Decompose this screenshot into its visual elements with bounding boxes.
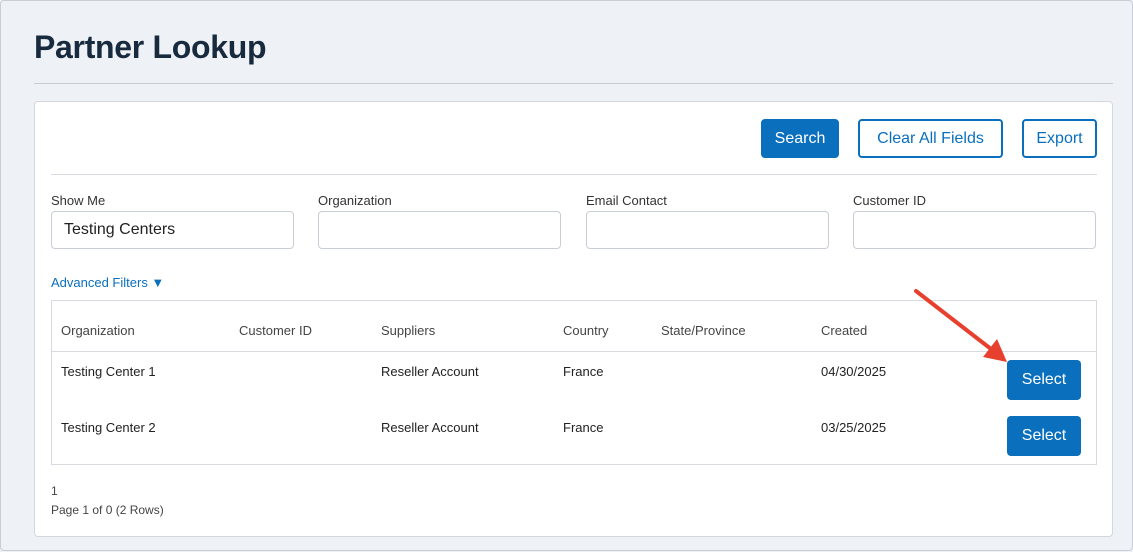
cell-suppliers: Reseller Account <box>381 364 479 379</box>
pager-info: Page 1 of 0 (2 Rows) <box>51 503 164 517</box>
window-frame: Partner Lookup Search Clear All Fields E… <box>0 0 1133 551</box>
column-header-suppliers[interactable]: Suppliers <box>381 323 435 338</box>
results-table: Organization Customer ID Suppliers Count… <box>51 300 1097 465</box>
column-header-country[interactable]: Country <box>563 323 609 338</box>
cell-country: France <box>563 420 604 435</box>
cell-organization: Testing Center 2 <box>61 420 156 435</box>
cell-country: France <box>563 364 604 379</box>
clear-all-fields-button[interactable]: Clear All Fields <box>858 119 1003 158</box>
column-header-customer-id[interactable]: Customer ID <box>239 323 312 338</box>
organization-input[interactable] <box>318 211 561 249</box>
email-contact-label: Email Contact <box>586 193 667 208</box>
page-title: Partner Lookup <box>34 29 267 65</box>
search-button[interactable]: Search <box>761 119 839 158</box>
table-row: Testing Center 2 Reseller Account France… <box>52 408 1096 464</box>
customer-id-label: Customer ID <box>853 193 926 208</box>
column-header-state-province[interactable]: State/Province <box>661 323 746 338</box>
select-button[interactable]: Select <box>1007 360 1081 400</box>
column-header-organization[interactable]: Organization <box>61 323 135 338</box>
cell-created: 04/30/2025 <box>821 364 887 379</box>
cell-organization: Testing Center 1 <box>61 364 156 379</box>
column-header-created[interactable]: Created <box>821 323 867 338</box>
email-contact-input[interactable] <box>586 211 829 249</box>
show-me-select[interactable]: Testing Centers <box>51 211 294 249</box>
toolbar-divider <box>51 174 1097 175</box>
advanced-filters-toggle[interactable]: Advanced Filters ▼ <box>51 275 164 290</box>
table-row: Testing Center 1 Reseller Account France… <box>52 352 1096 408</box>
select-button[interactable]: Select <box>1007 416 1081 456</box>
cell-created: 03/25/2025 <box>821 420 887 435</box>
title-divider <box>34 83 1113 84</box>
search-panel: Search Clear All Fields Export Show Me T… <box>34 101 1113 537</box>
pager-page-number[interactable]: 1 <box>51 484 58 498</box>
customer-id-input[interactable] <box>853 211 1096 249</box>
show-me-label: Show Me <box>51 193 106 208</box>
export-button[interactable]: Export <box>1022 119 1097 158</box>
organization-label: Organization <box>318 193 392 208</box>
cell-suppliers: Reseller Account <box>381 420 479 435</box>
